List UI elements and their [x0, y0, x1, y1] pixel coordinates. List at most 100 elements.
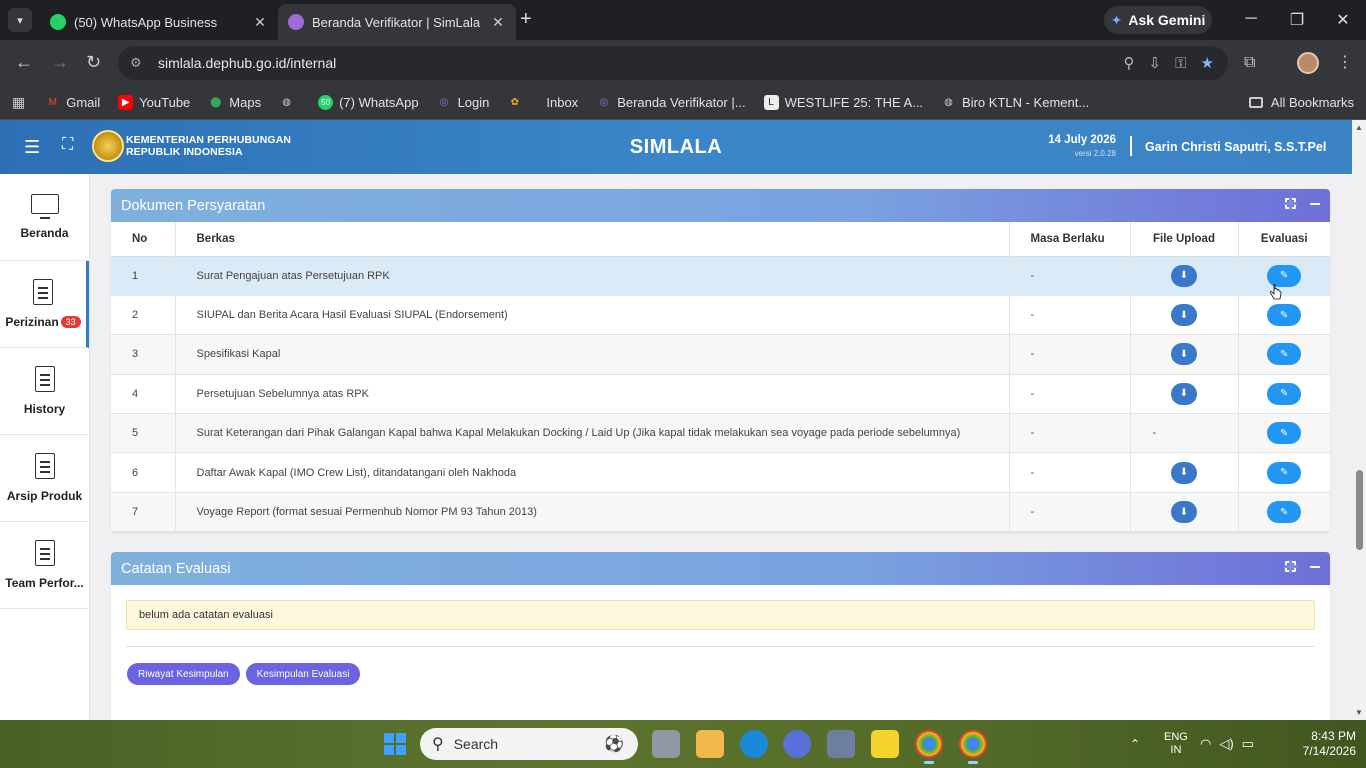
download-button[interactable]: ⬇: [1171, 264, 1197, 287]
evaluate-button[interactable]: ✎: [1267, 501, 1302, 524]
install-app-icon[interactable]: ⇩: [1149, 54, 1162, 72]
bookmark-maps[interactable]: ⬤ Maps: [208, 95, 261, 110]
collapse-panel-icon[interactable]: [1310, 566, 1320, 568]
download-button[interactable]: ⬇: [1171, 304, 1197, 327]
battery-icon[interactable]: ▭: [1242, 736, 1254, 752]
tab-whatsapp[interactable]: (50) WhatsApp Business ✕: [40, 4, 278, 40]
page-scrollbar[interactable]: ▲ ▼: [1352, 120, 1366, 720]
download-button[interactable]: ⬇: [1171, 343, 1197, 366]
volume-icon[interactable]: ◁): [1219, 736, 1233, 752]
profile-avatar[interactable]: [1297, 52, 1319, 74]
evaluate-button[interactable]: ✎: [1267, 343, 1302, 366]
document-icon: [33, 279, 53, 305]
zoom-icon[interactable]: ⚲: [1124, 54, 1135, 72]
app-icon[interactable]: [783, 730, 811, 758]
new-tab-button[interactable]: +: [520, 9, 532, 29]
close-tab-icon[interactable]: ✕: [490, 14, 506, 31]
show-hidden-icons-icon[interactable]: ⌃: [1130, 720, 1140, 768]
bookmark-inbox[interactable]: Inbox: [546, 95, 578, 110]
download-icon: ⬇: [1179, 388, 1189, 400]
close-window-icon[interactable]: ✕: [1333, 10, 1353, 30]
app-version: versi 2.0.28: [1074, 149, 1116, 158]
scroll-down-icon[interactable]: ▼: [1355, 708, 1363, 717]
maximize-window-icon[interactable]: ❐: [1287, 10, 1307, 30]
site-info-icon[interactable]: ⚙: [130, 55, 146, 71]
bookmark-beranda[interactable]: ◎ Beranda Verifikator |...: [596, 95, 745, 110]
bookmark-star-icon[interactable]: ★: [1201, 54, 1214, 72]
minimize-window-icon[interactable]: ─: [1241, 10, 1261, 28]
table-row[interactable]: 6 Daftar Awak Kapal (IMO Crew List), dit…: [111, 452, 1330, 493]
all-bookmarks-button[interactable]: All Bookmarks: [1248, 95, 1354, 110]
bookmark-login[interactable]: ◎ Login: [437, 95, 490, 110]
user-name[interactable]: Garin Christi Saputri, S.S.T.Pel: [1145, 140, 1326, 154]
chrome-icon[interactable]: [915, 730, 943, 764]
table-row[interactable]: 4 Persetujuan Sebelumnya atas RPK - ⬇ ✎: [111, 374, 1330, 415]
bookmark-biro-ktln[interactable]: ◍ Biro KTLN - Kement...: [941, 95, 1089, 110]
dokumen-persyaratan-panel: Dokumen Persyaratan No Berkas Masa Berla…: [111, 189, 1330, 533]
edit-icon: ✎: [1280, 348, 1289, 360]
apps-grid-icon[interactable]: ▦: [12, 94, 25, 111]
windows-start-icon[interactable]: [384, 733, 406, 755]
extensions-icon[interactable]: ⧉: [1244, 54, 1255, 72]
language-indicator[interactable]: ENG IN: [1164, 720, 1188, 768]
sidebar-item-history[interactable]: History: [0, 348, 89, 435]
riwayat-kesimpulan-button[interactable]: Riwayat Kesimpulan: [127, 663, 240, 685]
expand-panel-icon[interactable]: [1284, 560, 1297, 573]
chrome-profile-icon[interactable]: [959, 730, 987, 764]
table-row[interactable]: 3 Spesifikasi Kapal - ⬇ ✎: [111, 334, 1330, 375]
evaluate-button[interactable]: ✎: [1267, 304, 1302, 327]
password-key-icon[interactable]: ⚿: [1175, 55, 1186, 72]
sticky-notes-icon[interactable]: [871, 730, 899, 758]
header-divider: [1130, 136, 1132, 156]
wifi-icon[interactable]: ◠: [1200, 736, 1211, 752]
expand-panel-icon[interactable]: [1284, 197, 1297, 210]
url-bar[interactable]: ⚙ simlala.dephub.go.id/internal ⚲ ⇩ ⚿ ★: [118, 46, 1228, 80]
sidebar-item-beranda[interactable]: Beranda: [0, 174, 89, 261]
tab-simlala[interactable]: Beranda Verifikator | SimLala ✕: [278, 4, 516, 40]
gemini-icon: ✦: [1110, 11, 1123, 28]
taskbar-search[interactable]: ⚲ Search ⚽: [420, 728, 638, 760]
sidebar-item-perizinan[interactable]: Perizinan 33: [0, 261, 89, 348]
task-view-icon[interactable]: [652, 730, 680, 758]
reload-icon[interactable]: ↻: [86, 53, 101, 71]
ask-gemini-button[interactable]: ✦ Ask Gemini: [1104, 6, 1212, 34]
camera-icon[interactable]: [827, 730, 855, 758]
download-button[interactable]: ⬇: [1171, 501, 1197, 524]
whatsapp-favicon-icon: [50, 14, 66, 30]
menu-kebab-icon[interactable]: ⋮: [1337, 52, 1353, 72]
clock[interactable]: 8:43 PM 7/14/2026: [1300, 720, 1356, 768]
bookmarks-bar: ▦ M Gmail ▶ YouTube ⬤ Maps ◍ 50 (7) WhatsApp…: [0, 86, 1366, 120]
tab-title: (50) WhatsApp Business: [74, 14, 218, 30]
scroll-up-icon[interactable]: ▲: [1355, 123, 1363, 132]
evaluate-button[interactable]: ✎: [1267, 382, 1302, 405]
table-row[interactable]: 2 SIUPAL dan Berita Acara Hasil Evaluasi…: [111, 295, 1330, 336]
bookmark-gmail[interactable]: M Gmail: [45, 95, 101, 110]
forward-arrow-icon[interactable]: →: [51, 53, 69, 71]
bookmark-whatsapp[interactable]: 50 (7) WhatsApp: [318, 95, 419, 110]
table-row[interactable]: 1 Surat Pengajuan atas Persetujuan RPK -…: [111, 256, 1330, 296]
back-arrow-icon[interactable]: ←: [15, 53, 33, 71]
bookmark-westlife[interactable]: L WESTLIFE 25: THE A...: [763, 95, 923, 110]
edge-icon[interactable]: [740, 730, 768, 758]
bookmark-youtube[interactable]: ▶ YouTube: [118, 95, 190, 110]
evaluate-button[interactable]: ✎: [1267, 422, 1302, 445]
simlala-icon: ◎: [439, 97, 449, 108]
collapse-panel-icon[interactable]: [1310, 203, 1320, 205]
panel-title: Dokumen Persyaratan: [121, 197, 266, 214]
document-icon: [34, 366, 55, 392]
table-row[interactable]: 7 Voyage Report (format sesuai Permenhub…: [111, 492, 1330, 533]
close-tab-icon[interactable]: ✕: [252, 14, 268, 31]
download-button[interactable]: ⬇: [1171, 461, 1197, 484]
sidebar-item-team-performance[interactable]: Team Perfor...: [0, 522, 89, 609]
sidebar-item-arsip-produk[interactable]: Arsip Produk: [0, 435, 89, 522]
file-explorer-icon[interactable]: [696, 730, 724, 758]
evaluate-button[interactable]: ✎: [1267, 461, 1302, 484]
scrollbar-thumb[interactable]: [1356, 470, 1363, 550]
table-row[interactable]: 5 Surat Keterangan dari Pihak Galangan K…: [111, 413, 1330, 454]
download-button[interactable]: ⬇: [1171, 382, 1197, 405]
kesimpulan-evaluasi-button[interactable]: Kesimpulan Evaluasi: [245, 663, 361, 685]
bookmark-globe[interactable]: ◍: [279, 95, 300, 110]
search-placeholder: Search: [453, 736, 499, 752]
tab-search-button[interactable]: ▾: [8, 8, 32, 32]
bookmark-photos[interactable]: ✿: [507, 95, 528, 110]
